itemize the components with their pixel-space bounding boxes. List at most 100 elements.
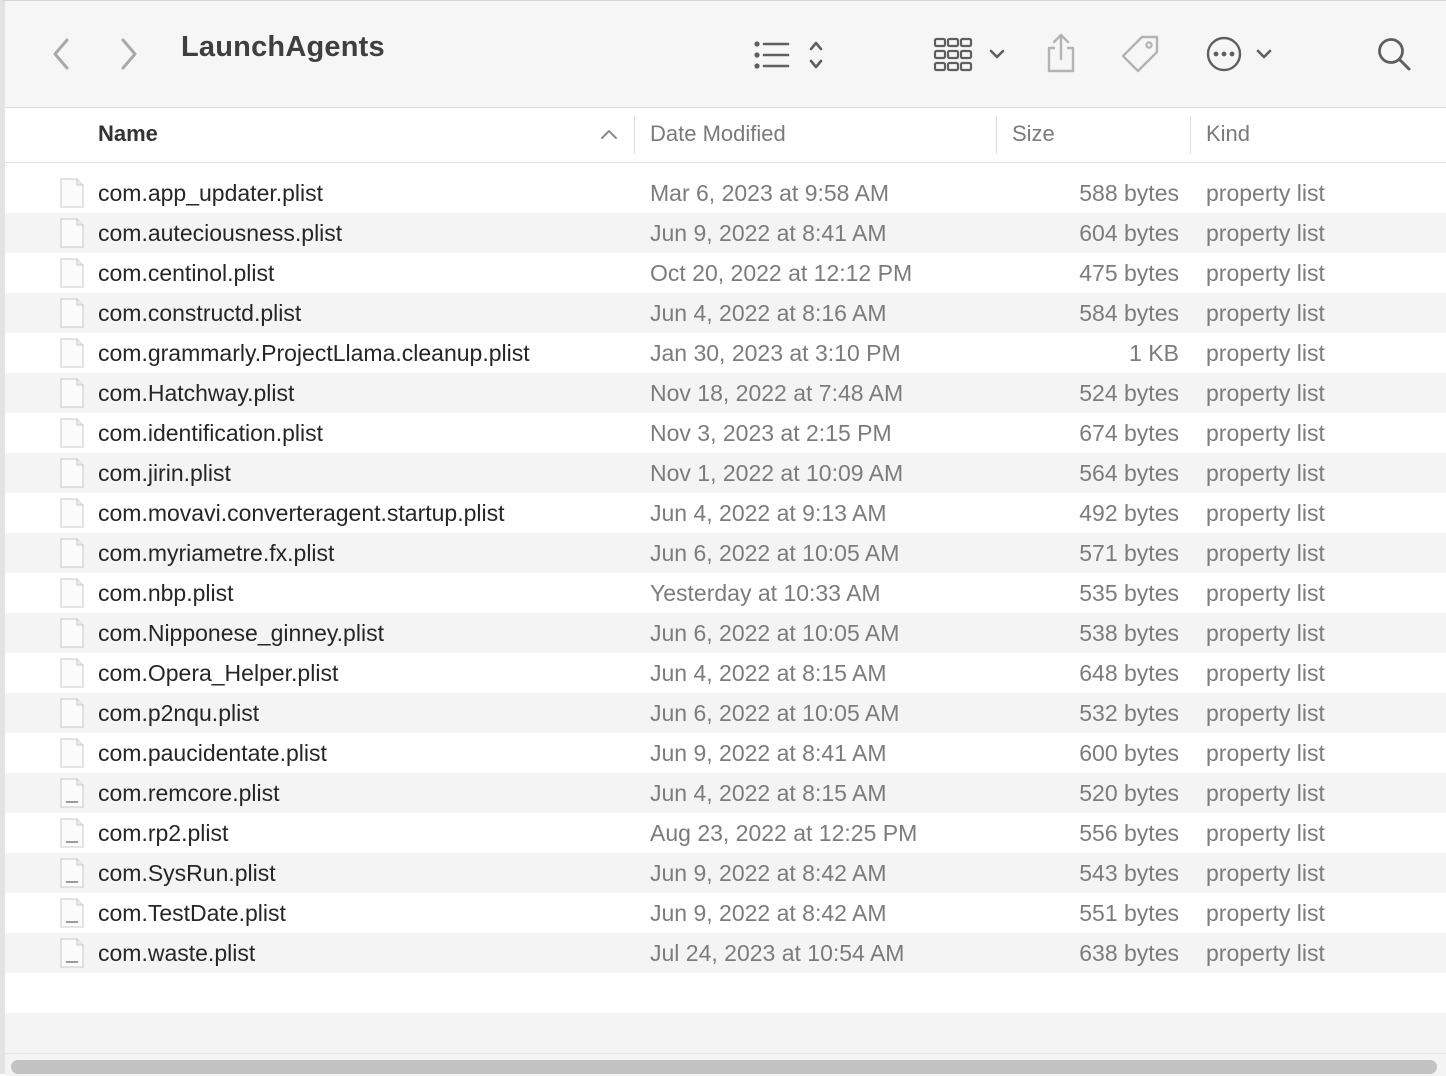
file-size: 492 bytes xyxy=(1079,500,1179,526)
document-icon xyxy=(60,698,84,728)
column-divider[interactable] xyxy=(1190,116,1191,154)
tag-button[interactable] xyxy=(1119,33,1163,75)
document-icon xyxy=(60,458,84,488)
column-header: Name Date Modified Size Kind xyxy=(5,108,1446,163)
file-date-modified: Jun 4, 2022 at 8:15 AM xyxy=(650,660,887,686)
grid-group-icon xyxy=(933,37,1005,72)
column-header-kind[interactable]: Kind xyxy=(1206,108,1250,162)
file-row[interactable]: com.rp2.plist Aug 23, 2022 at 12:25 PM 556… xyxy=(5,813,1446,853)
column-divider[interactable] xyxy=(996,116,997,154)
file-name: com.movavi.converteragent.startup.plist xyxy=(98,500,505,526)
share-icon xyxy=(1047,33,1075,73)
file-size: 556 bytes xyxy=(1079,820,1179,846)
file-row[interactable]: com.paucidentate.plist Jun 9, 2022 at 8:4… xyxy=(5,733,1446,773)
file-row[interactable]: com.grammarly.ProjectLlama.cleanup.plist… xyxy=(5,333,1446,373)
file-row[interactable]: com.nbp.plist Yesterday at 10:33 AM 535 by… xyxy=(5,573,1446,613)
back-button[interactable] xyxy=(43,33,79,75)
file-date-modified: Jun 9, 2022 at 8:42 AM xyxy=(650,900,887,926)
file-size: 674 bytes xyxy=(1079,420,1179,446)
file-row[interactable]: com.Hatchway.plist Nov 18, 2022 at 7:48 A… xyxy=(5,373,1446,413)
document-icon xyxy=(60,378,84,408)
file-row[interactable]: com.movavi.converteragent.startup.plist J… xyxy=(5,493,1446,533)
file-row[interactable]: com.remcore.plist Jun 4, 2022 at 8:15 AM 5… xyxy=(5,773,1446,813)
file-row[interactable]: com.constructd.plist Jun 4, 2022 at 8:16 … xyxy=(5,293,1446,333)
file-date-modified: Jun 4, 2022 at 8:16 AM xyxy=(650,300,887,326)
horizontal-scrollbar[interactable] xyxy=(5,1053,1446,1076)
file-size: 564 bytes xyxy=(1079,460,1179,486)
column-divider[interactable] xyxy=(634,116,635,154)
file-size: 648 bytes xyxy=(1079,660,1179,686)
file-name: com.Nipponese_ginney.plist xyxy=(98,620,384,646)
forward-button[interactable] xyxy=(111,33,147,75)
file-row[interactable]: com.waste.plist Jul 24, 2023 at 10:54 AM 6… xyxy=(5,933,1446,973)
file-date-modified: Nov 1, 2022 at 10:09 AM xyxy=(650,460,904,486)
file-kind: property list xyxy=(1206,660,1325,686)
file-kind: property list xyxy=(1206,820,1325,846)
file-kind: property list xyxy=(1206,380,1325,406)
file-kind: property list xyxy=(1206,300,1325,326)
column-header-name[interactable]: Name xyxy=(98,108,158,162)
document-icon xyxy=(60,178,84,208)
file-size: 600 bytes xyxy=(1079,740,1179,766)
file-row[interactable]: com.SysRun.plist Jun 9, 2022 at 8:42 AM 54… xyxy=(5,853,1446,893)
file-size: 604 bytes xyxy=(1079,220,1179,246)
document-icon xyxy=(60,618,84,648)
group-button[interactable] xyxy=(931,33,1013,75)
document-icon xyxy=(60,418,84,448)
file-size: 475 bytes xyxy=(1079,260,1179,286)
file-name: com.auteciousness.plist xyxy=(98,220,343,246)
file-size: 1 KB xyxy=(1129,340,1179,366)
file-row[interactable]: com.p2nqu.plist Jun 6, 2022 at 10:05 AM 53… xyxy=(5,693,1446,733)
toolbar: LaunchAgents xyxy=(5,1,1446,108)
file-kind: property list xyxy=(1206,180,1325,206)
share-button[interactable] xyxy=(1041,29,1081,77)
file-name: com.SysRun.plist xyxy=(98,860,276,886)
file-size: 588 bytes xyxy=(1079,180,1179,206)
file-row[interactable]: com.TestDate.plist Jun 9, 2022 at 8:42 AM… xyxy=(5,893,1446,933)
column-header-date[interactable]: Date Modified xyxy=(650,108,786,162)
chevron-left-icon xyxy=(53,38,69,70)
file-name: com.nbp.plist xyxy=(98,580,234,606)
file-kind: property list xyxy=(1206,740,1325,766)
sort-ascending-icon[interactable] xyxy=(599,126,619,142)
file-kind: property list xyxy=(1206,580,1325,606)
document-icon xyxy=(60,218,84,248)
file-row[interactable]: com.Opera_Helper.plist Jun 4, 2022 at 8:1… xyxy=(5,653,1446,693)
file-name: com.jirin.plist xyxy=(98,460,231,486)
file-row[interactable]: com.myriametre.fx.plist Jun 6, 2022 at 10… xyxy=(5,533,1446,573)
document-icon xyxy=(60,498,84,528)
search-button[interactable] xyxy=(1373,33,1415,75)
file-kind: property list xyxy=(1206,540,1325,566)
view-mode-button[interactable] xyxy=(750,35,830,75)
file-date-modified: Yesterday at 10:33 AM xyxy=(650,580,881,606)
file-list: com.app_updater.plist Mar 6, 2023 at 9:58… xyxy=(5,173,1446,973)
file-date-modified: Jun 4, 2022 at 8:15 AM xyxy=(650,780,887,806)
file-date-modified: Oct 20, 2022 at 12:12 PM xyxy=(650,260,913,286)
file-kind: property list xyxy=(1206,500,1325,526)
file-name: com.app_updater.plist xyxy=(98,180,324,206)
finder-window: LaunchAgents Name Date Modified Size Kin… xyxy=(0,0,1446,1076)
window-title: LaunchAgents xyxy=(181,31,385,63)
file-kind: property list xyxy=(1206,420,1325,446)
file-name: com.constructd.plist xyxy=(98,300,302,326)
column-header-size[interactable]: Size xyxy=(1012,108,1055,162)
file-size: 535 bytes xyxy=(1079,580,1179,606)
file-row[interactable]: com.Nipponese_ginney.plist Jun 6, 2022 at… xyxy=(5,613,1446,653)
file-row[interactable]: com.identification.plist Nov 3, 2023 at 2… xyxy=(5,413,1446,453)
file-row[interactable]: com.centinol.plist Oct 20, 2022 at 12:12 … xyxy=(5,253,1446,293)
document-icon xyxy=(60,738,84,768)
file-name: com.Hatchway.plist xyxy=(98,380,295,406)
more-actions-button[interactable] xyxy=(1203,33,1279,75)
plist-document-icon xyxy=(60,858,84,888)
file-row[interactable]: com.auteciousness.plist Jun 9, 2022 at 8:… xyxy=(5,213,1446,253)
scroll-thumb[interactable] xyxy=(11,1060,1437,1074)
file-date-modified: Jul 24, 2023 at 10:54 AM xyxy=(650,940,905,966)
chevron-right-icon xyxy=(121,38,137,70)
file-row[interactable]: com.app_updater.plist Mar 6, 2023 at 9:58… xyxy=(5,173,1446,213)
file-kind: property list xyxy=(1206,220,1325,246)
file-row[interactable]: com.jirin.plist Nov 1, 2022 at 10:09 AM 56… xyxy=(5,453,1446,493)
file-size: 551 bytes xyxy=(1079,900,1179,926)
document-icon xyxy=(60,658,84,688)
file-date-modified: Jun 6, 2022 at 10:05 AM xyxy=(650,540,900,566)
file-name: com.waste.plist xyxy=(98,940,256,966)
